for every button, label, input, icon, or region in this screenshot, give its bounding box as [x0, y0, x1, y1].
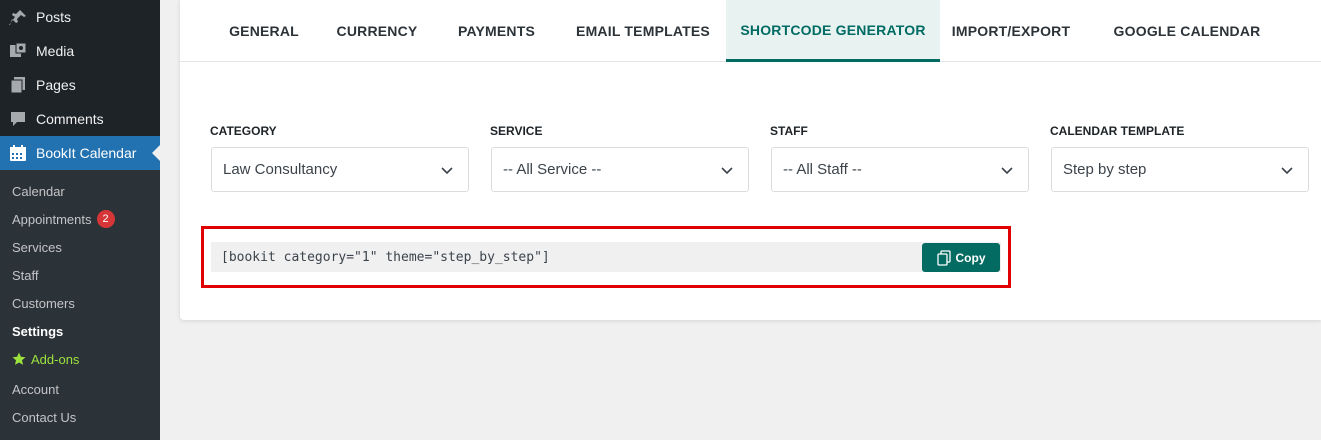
menu-item-media[interactable]: Media — [0, 34, 160, 68]
tab-label: SHORTCODE GENERATOR — [740, 21, 926, 38]
tab-label: EMAIL TEMPLATES — [576, 23, 710, 39]
submenu-item-contact-us[interactable]: Contact Us — [12, 407, 76, 427]
menu-label: Comments — [36, 111, 104, 127]
submenu-label: Contact Us — [12, 409, 77, 425]
category-value: Law Consultancy — [223, 161, 338, 178]
pages-icon — [8, 75, 28, 95]
submenu-item-settings[interactable]: Settings — [12, 321, 63, 341]
copy-icon — [936, 249, 951, 266]
menu-label: Media — [36, 43, 75, 59]
shortcode-output[interactable]: [bookit category="1" theme="step_by_step… — [211, 242, 1001, 272]
tab-label: GENERAL — [229, 23, 299, 39]
star-icon — [12, 352, 26, 366]
submenu-item-customers[interactable]: Customers — [12, 293, 75, 313]
submenu-label: Add-ons — [31, 351, 80, 367]
tab-label: CURRENCY — [336, 23, 418, 39]
chevron-down-icon — [721, 167, 733, 175]
submenu-item-services[interactable]: Services — [12, 237, 62, 257]
staff-label: STAFF — [770, 124, 808, 138]
submenu-item-account[interactable]: Account — [12, 379, 59, 399]
tab-email-templates[interactable]: EMAIL TEMPLATES — [560, 0, 726, 62]
menu-item-comments[interactable]: Comments — [0, 102, 160, 136]
submenu-label: Account — [12, 381, 59, 397]
copy-label: Copy — [955, 250, 986, 265]
calendar-template-label: CALENDAR TEMPLATE — [1050, 124, 1185, 138]
media-icon — [8, 41, 28, 61]
submenu-item-addons[interactable]: Add-ons — [12, 349, 79, 369]
service-value: -- All Service -- — [503, 161, 602, 178]
submenu-item-appointments[interactable]: Appointments 2 — [12, 209, 115, 229]
staff-select[interactable]: -- All Staff -- — [771, 147, 1029, 192]
submenu-label: Staff — [12, 267, 39, 283]
menu-label: Posts — [36, 9, 72, 25]
category-label: CATEGORY — [210, 124, 277, 138]
submenu-label: Services — [12, 239, 62, 255]
submenu-label: Settings — [12, 323, 64, 339]
tab-payments[interactable]: PAYMENTS — [439, 0, 554, 62]
menu-item-posts[interactable]: Posts — [0, 0, 160, 34]
menu-label: BookIt Calendar — [36, 145, 137, 161]
tab-import-export[interactable]: IMPORT/EXPORT — [946, 0, 1076, 62]
submenu-label: Appointments — [12, 211, 92, 227]
submenu-label: Calendar — [12, 183, 65, 199]
submenu-item-staff[interactable]: Staff — [12, 265, 39, 285]
submenu-label: Customers — [12, 295, 75, 311]
tab-label: PAYMENTS — [457, 23, 536, 39]
shortcode-text: [bookit category="1" theme="step_by_step… — [221, 249, 550, 265]
appointments-count-badge: 2 — [96, 210, 115, 228]
submenu-item-calendar[interactable]: Calendar — [12, 181, 65, 201]
settings-tabs: GENERAL CURRENCY PAYMENTS EMAIL TEMPLATE… — [180, 0, 1321, 62]
settings-card: GENERAL CURRENCY PAYMENTS EMAIL TEMPLATE… — [180, 0, 1321, 320]
tab-label: IMPORT/EXPORT — [951, 23, 1071, 39]
menu-item-bookit-calendar[interactable]: BookIt Calendar — [0, 136, 160, 170]
tab-general[interactable]: GENERAL — [211, 0, 317, 62]
chevron-down-icon — [1281, 167, 1293, 175]
admin-sidebar: Posts Media Pages Comments BookIt Calend… — [0, 0, 160, 440]
menu-label: Pages — [36, 77, 76, 93]
category-select[interactable]: Law Consultancy — [211, 147, 469, 192]
staff-value: -- All Staff -- — [783, 161, 862, 178]
tab-currency[interactable]: CURRENCY — [321, 0, 433, 62]
chevron-down-icon — [441, 167, 453, 175]
calendar-template-value: Step by step — [1063, 161, 1147, 178]
copy-button[interactable]: Copy — [922, 243, 1000, 272]
tab-label: GOOGLE CALENDAR — [1113, 23, 1261, 39]
service-select[interactable]: -- All Service -- — [491, 147, 749, 192]
calendar-icon — [8, 143, 28, 163]
tab-google-calendar[interactable]: GOOGLE CALENDAR — [1104, 0, 1270, 62]
comment-icon — [8, 109, 28, 129]
menu-item-pages[interactable]: Pages — [0, 68, 160, 102]
service-label: SERVICE — [490, 124, 543, 138]
calendar-template-select[interactable]: Step by step — [1051, 147, 1309, 192]
bookit-submenu: Calendar Appointments 2 Services Staff C… — [0, 170, 160, 440]
tab-shortcode-generator[interactable]: SHORTCODE GENERATOR — [726, 0, 940, 62]
chevron-down-icon — [1001, 167, 1013, 175]
pin-icon — [8, 7, 28, 27]
